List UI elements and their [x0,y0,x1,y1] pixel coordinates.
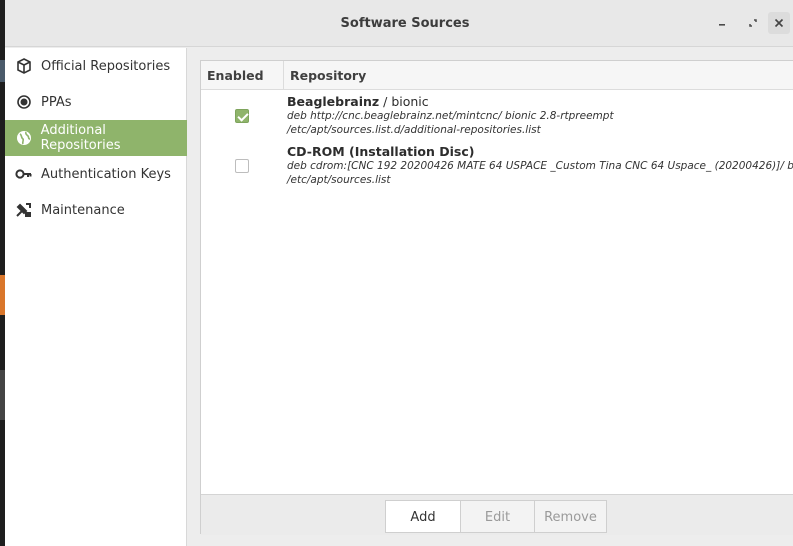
column-header-repository[interactable]: Repository [284,61,793,90]
sidebar-item-official-repositories[interactable]: Official Repositories [5,48,187,84]
sidebar-item-label: Maintenance [41,202,125,218]
table-row[interactable]: Beaglebrainz / bionic deb http://cnc.bea… [201,92,793,142]
sidebar-item-label: PPAs [41,94,72,110]
table-header: Enabled Repository [201,61,793,90]
minimize-icon [719,24,725,26]
globe-icon [15,129,33,147]
repository-name: Beaglebrainz / bionic [287,94,429,109]
repository-title: CD-ROM (Installation Disc) [287,144,475,159]
sidebar: Official Repositories PPAs Additional Re… [5,48,187,546]
sidebar-item-authentication-keys[interactable]: Authentication Keys [5,156,187,192]
repository-suite: / bionic [379,94,429,109]
sidebar-item-label: Authentication Keys [41,166,171,182]
tools-icon [15,201,33,219]
software-sources-window: Software Sources Official Repositories P… [5,0,793,546]
enabled-checkbox[interactable] [235,109,249,123]
column-header-enabled[interactable]: Enabled [201,61,283,90]
key-icon [15,165,33,183]
repository-title: Beaglebrainz [287,94,380,109]
repository-source-line: deb cdrom:[CNC 192 20200426 MATE 64 USPA… [287,160,793,172]
table-row[interactable]: CD-ROM (Installation Disc) deb cdrom:[CN… [201,142,793,192]
repository-file-path: /etc/apt/sources.list.d/additional-repos… [287,124,541,136]
add-button[interactable]: Add [385,500,461,533]
close-icon [774,18,784,28]
repository-name: CD-ROM (Installation Disc) [287,144,474,159]
enabled-checkbox[interactable] [235,159,249,173]
repositories-panel: Enabled Repository Beaglebrainz / bionic… [200,60,793,535]
radio-dot-icon [15,93,33,111]
sidebar-item-label: Additional Repositories [40,123,121,153]
maximize-icon [749,19,757,27]
close-button[interactable] [768,12,790,34]
edit-button[interactable]: Edit [460,500,535,533]
window-title: Software Sources [340,16,470,31]
package-icon [15,57,33,75]
repository-file-path: /etc/apt/sources.list [287,174,391,186]
titlebar: Software Sources [5,0,793,47]
button-bar: Add Edit Remove [201,494,793,535]
maximize-button[interactable] [742,12,764,34]
sidebar-item-label: Official Repositories [41,58,171,74]
repository-source-line: deb http://cnc.beaglebrainz.net/mintcnc/… [287,110,614,122]
sidebar-item-ppas[interactable]: PPAs [5,84,187,120]
sidebar-item-maintenance[interactable]: Maintenance [5,192,187,228]
minimize-button[interactable] [711,12,733,34]
sidebar-item-additional-repositories[interactable]: Additional Repositories [5,120,187,156]
remove-button[interactable]: Remove [534,500,607,533]
